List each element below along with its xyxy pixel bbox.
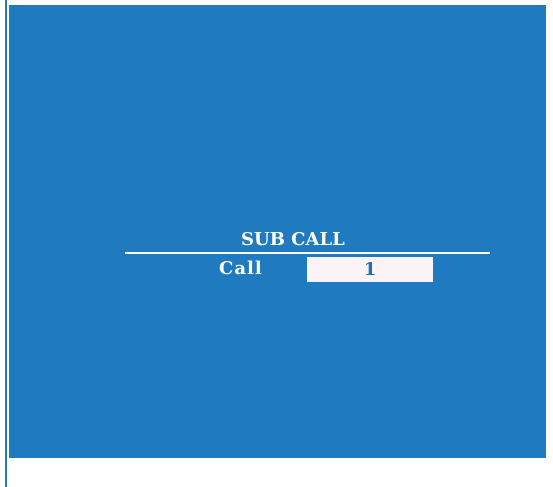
left-border — [5, 0, 7, 487]
dialog-title: SUB CALL — [241, 229, 345, 250]
title-divider — [125, 252, 490, 254]
terminal-screen: SUB CALL Call 1 — [9, 5, 546, 458]
call-input[interactable]: 1 — [307, 257, 433, 282]
call-field-label: Call — [219, 258, 263, 279]
